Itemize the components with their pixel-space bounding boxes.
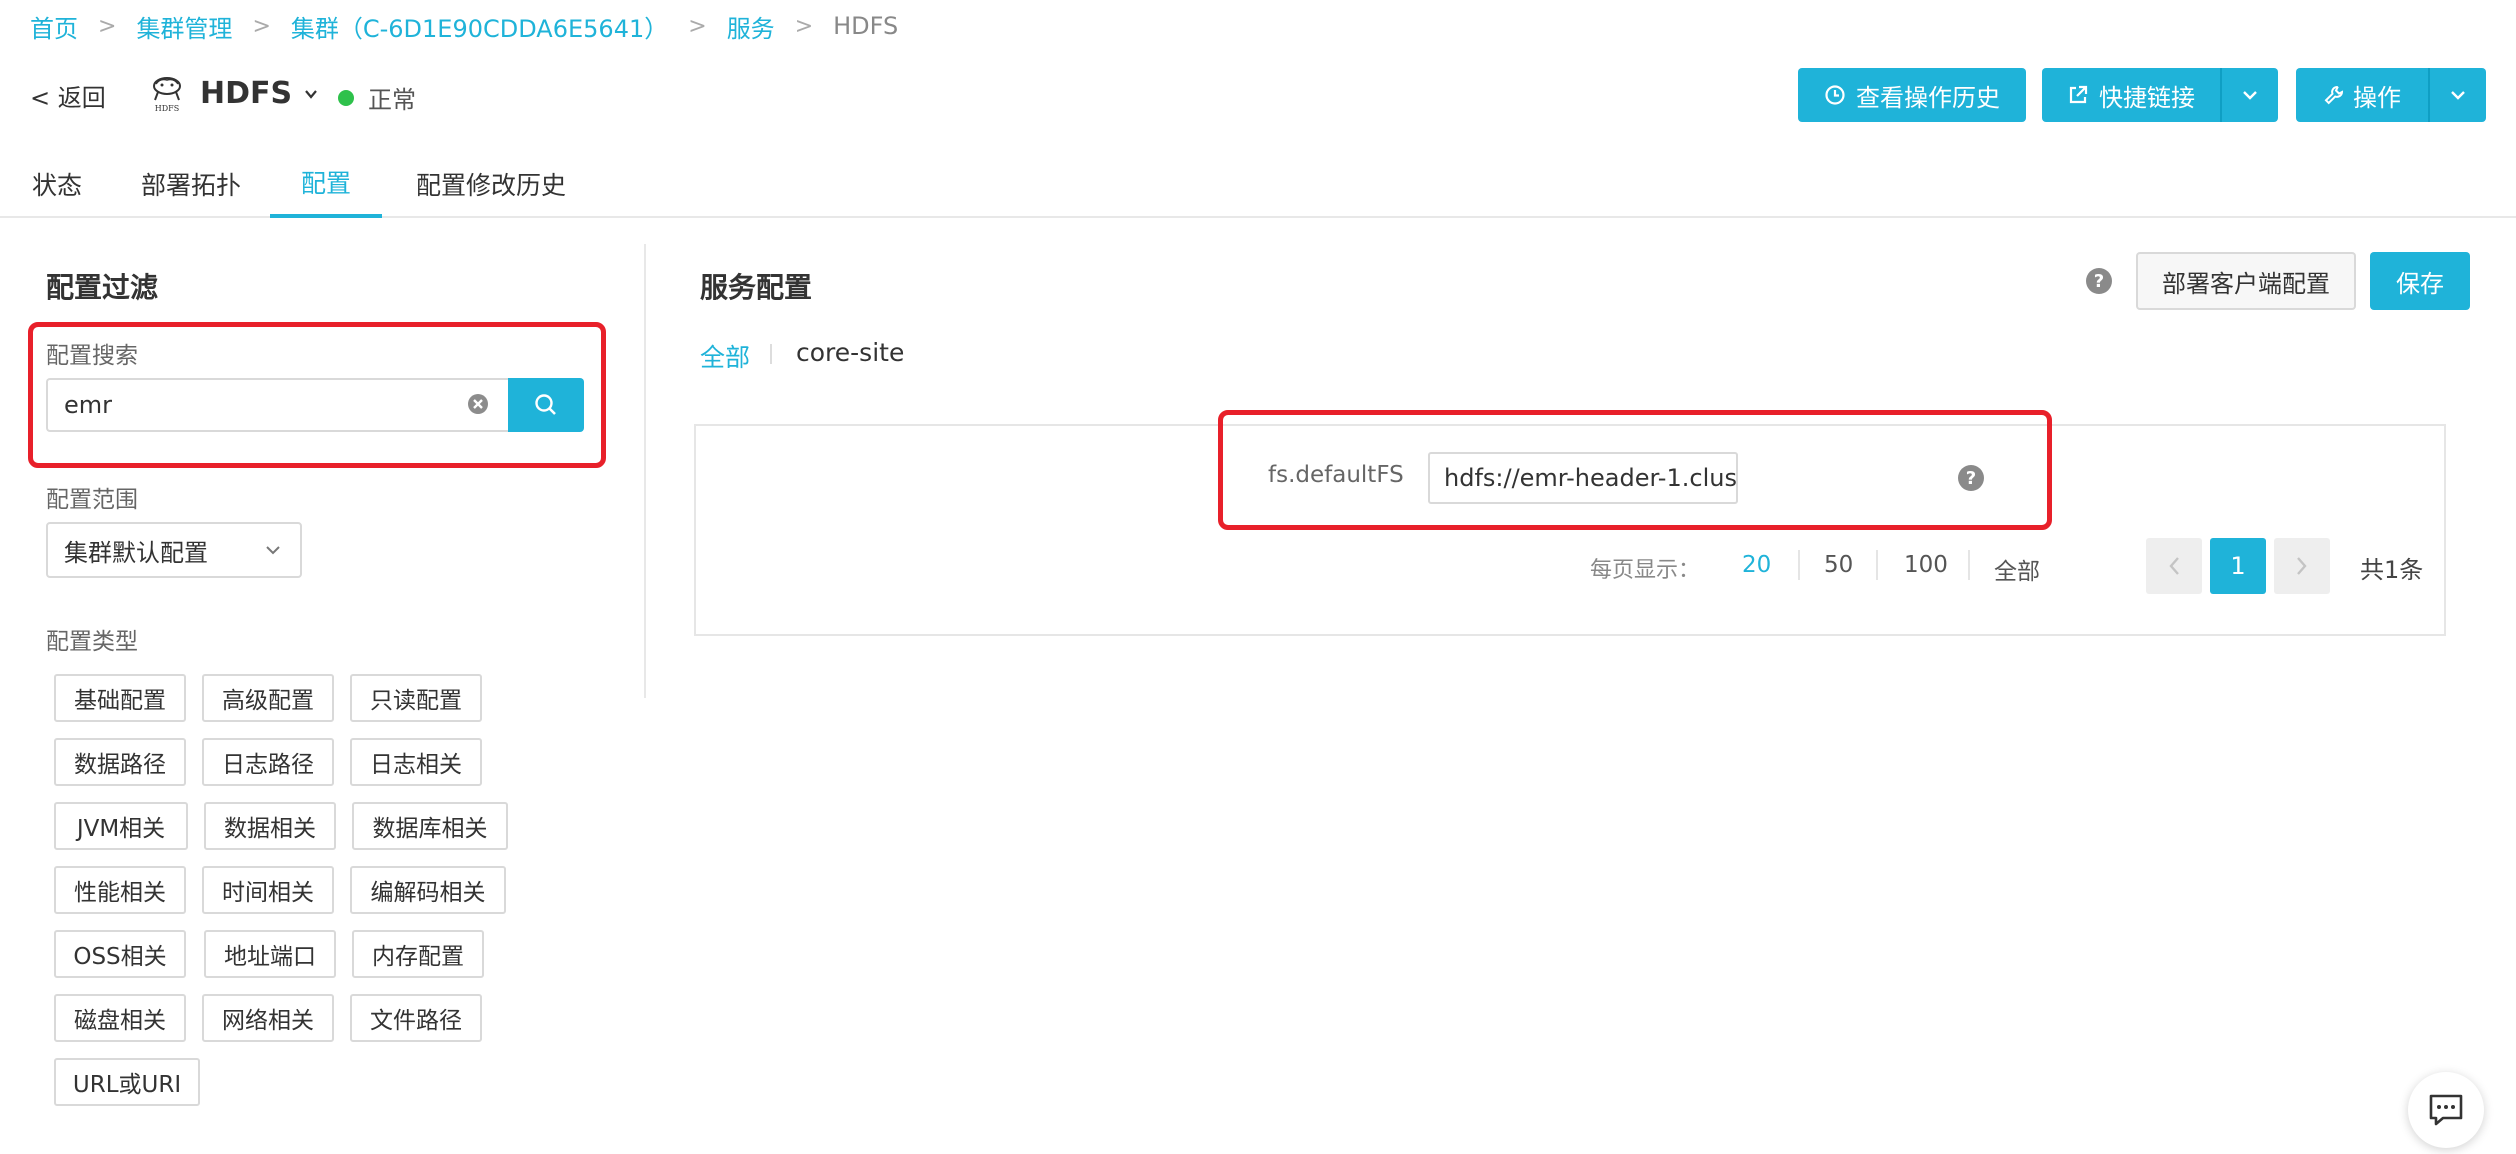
- subtab-core-site[interactable]: core-site: [796, 338, 904, 367]
- type-tag[interactable]: 磁盘相关: [54, 994, 186, 1042]
- type-tag[interactable]: 只读配置: [350, 674, 482, 722]
- field-highlight-box: [1218, 410, 2052, 530]
- type-tag[interactable]: 性能相关: [54, 866, 186, 914]
- breadcrumb-cluster[interactable]: 集群（C-6D1E90CDDA6E5641）: [291, 9, 668, 44]
- chat-icon: [2429, 1094, 2463, 1126]
- type-tag[interactable]: 时间相关: [202, 866, 334, 914]
- chevron-down-icon: [2451, 91, 2465, 100]
- type-tag[interactable]: 内存配置: [352, 930, 484, 978]
- service-status: 正常: [338, 80, 416, 115]
- search-highlight-box: [28, 322, 606, 468]
- chevron-down-icon: [305, 89, 317, 99]
- type-tag[interactable]: 高级配置: [202, 674, 334, 722]
- breadcrumb-home[interactable]: 首页: [30, 9, 78, 44]
- page-size-divider: [1968, 550, 1970, 580]
- breadcrumb-separator: >: [794, 13, 814, 39]
- type-tag[interactable]: 基础配置: [54, 674, 186, 722]
- save-button[interactable]: 保存: [2370, 252, 2470, 310]
- filter-title: 配置过滤: [46, 271, 159, 304]
- action-dropdown-button[interactable]: [2428, 68, 2486, 122]
- type-tag[interactable]: 数据相关: [204, 802, 336, 850]
- deploy-client-config-button[interactable]: 部署客户端配置: [2136, 252, 2356, 310]
- view-history-button[interactable]: 查看操作历史: [1798, 68, 2026, 122]
- page-size-100[interactable]: 100: [1904, 552, 1948, 578]
- type-tag[interactable]: OSS相关: [54, 930, 186, 978]
- service-selector[interactable]: HDFS: [200, 76, 318, 111]
- prev-page-button[interactable]: [2146, 538, 2202, 594]
- main-tabs: 状态 部署拓扑 配置 配置修改历史: [0, 150, 2516, 218]
- chevron-down-icon: [2243, 91, 2257, 100]
- subtab-all[interactable]: 全部: [700, 338, 750, 374]
- breadcrumb-separator: >: [252, 13, 271, 39]
- type-tag[interactable]: JVM相关: [54, 802, 188, 850]
- tab-topology[interactable]: 部署拓扑: [140, 150, 242, 218]
- breadcrumb-separator: >: [98, 13, 117, 39]
- hdfs-logo-icon: HDFS: [146, 72, 188, 114]
- tab-config[interactable]: 配置: [270, 150, 382, 218]
- subtab-divider: [770, 344, 772, 364]
- status-dot-icon: [338, 89, 354, 106]
- service-name: HDFS: [200, 76, 293, 111]
- type-tag[interactable]: 日志相关: [350, 738, 482, 786]
- page-size-divider: [1798, 550, 1800, 580]
- next-page-button[interactable]: [2274, 538, 2330, 594]
- quicklink-button[interactable]: 快捷链接: [2042, 68, 2220, 122]
- breadcrumb-current: HDFS: [833, 12, 899, 40]
- type-label: 配置类型: [46, 629, 138, 655]
- chat-button[interactable]: [2408, 1072, 2484, 1148]
- tab-status[interactable]: 状态: [30, 150, 84, 218]
- type-tag[interactable]: 数据库相关: [352, 802, 508, 850]
- help-icon[interactable]: ?: [2086, 268, 2112, 294]
- tab-config-history[interactable]: 配置修改历史: [414, 150, 568, 218]
- wrench-icon: [2324, 85, 2344, 105]
- page-size-all[interactable]: 全部: [1994, 552, 2040, 586]
- breadcrumb-services[interactable]: 服务: [727, 9, 775, 44]
- type-tag[interactable]: 编解码相关: [350, 866, 506, 914]
- view-history-label: 查看操作历史: [1856, 83, 2000, 112]
- page-button-current[interactable]: 1: [2210, 538, 2266, 594]
- quicklink-dropdown-button[interactable]: [2220, 68, 2278, 122]
- clock-icon: [1825, 85, 1845, 105]
- breadcrumb: 首页 > 集群管理 > 集群（C-6D1E90CDDA6E5641） > 服务 …: [30, 8, 898, 44]
- external-link-icon: [2069, 85, 2088, 104]
- scope-value: 集群默认配置: [64, 538, 208, 567]
- action-button[interactable]: 操作: [2296, 68, 2428, 122]
- quicklink-split-button: 快捷链接: [2042, 68, 2278, 122]
- service-config-title: 服务配置: [700, 271, 813, 304]
- type-tag[interactable]: URL或URI: [54, 1058, 200, 1106]
- status-text: 正常: [368, 86, 416, 114]
- quicklink-label: 快捷链接: [2099, 83, 2195, 112]
- action-split-button: 操作: [2296, 68, 2486, 122]
- type-tag[interactable]: 数据路径: [54, 738, 186, 786]
- page-size-label: 每页显示：: [1590, 558, 1701, 583]
- total-count: 共1条: [2360, 556, 2424, 584]
- chevron-down-icon: [266, 546, 280, 555]
- chevron-right-icon: [2297, 557, 2307, 575]
- scope-label: 配置范围: [46, 487, 138, 513]
- breadcrumb-separator: >: [688, 13, 707, 39]
- chevron-left-icon: [2169, 557, 2179, 575]
- action-label: 操作: [2353, 83, 2401, 112]
- panel-divider: [644, 244, 646, 698]
- breadcrumb-cluster-management[interactable]: 集群管理: [136, 9, 232, 44]
- type-tag[interactable]: 日志路径: [202, 738, 334, 786]
- scope-select[interactable]: 集群默认配置: [46, 522, 302, 578]
- type-tag[interactable]: 地址端口: [204, 930, 336, 978]
- type-tag[interactable]: 文件路径: [350, 994, 482, 1042]
- type-tag[interactable]: 网络相关: [202, 994, 334, 1042]
- page-size-divider: [1876, 550, 1878, 580]
- back-link[interactable]: < 返回: [30, 78, 106, 113]
- page-size-20[interactable]: 20: [1742, 552, 1771, 578]
- hdfs-logo-caption: HDFS: [155, 104, 179, 113]
- page-size-50[interactable]: 50: [1824, 552, 1853, 578]
